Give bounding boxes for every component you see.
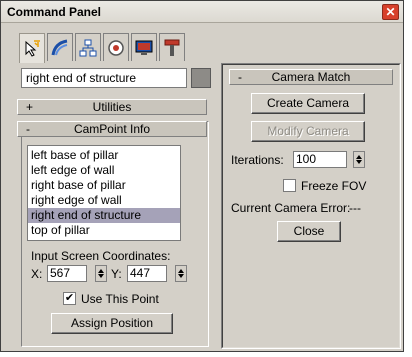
campoint-rollout-header[interactable]: - CamPoint Info [17,121,207,137]
right-panel: - Camera Match Create Camera Modify Came… [221,63,401,349]
iterations-field[interactable]: 100 [293,151,347,168]
list-item[interactable]: right base of pillar [28,178,180,193]
window-title: Command Panel [7,5,102,19]
tab-create[interactable] [19,33,45,63]
y-label: Y: [111,267,122,281]
tab-utilities[interactable] [159,33,185,61]
tab-motion[interactable] [103,33,129,61]
hierarchy-icon [79,39,97,56]
iterations-label: Iterations: [231,153,284,167]
use-this-point-label: Use This Point [81,292,159,306]
utilities-rollout-label: Utilities [92,100,132,114]
campoint-rollout-label: CamPoint Info [73,122,151,136]
tab-modify[interactable] [47,33,73,61]
coords-label: Input Screen Coordinates: [31,249,171,263]
use-this-point-checkbox[interactable]: ✔ [63,292,76,305]
object-name-field[interactable]: right end of structure [21,68,187,88]
left-panel: right end of structure + Utilities - Cam… [9,63,215,349]
x-coordinate-spinner[interactable] [95,265,107,282]
command-panel-window: Command Panel ✕ right end of structure +… [0,0,404,352]
camera-match-rollout-label: Camera Match [271,70,351,84]
create-camera-button[interactable]: Create Camera [251,93,365,114]
list-item[interactable]: left base of pillar [28,148,180,163]
utilities-rollout-header[interactable]: + Utilities [17,99,207,115]
y-coordinate-spinner[interactable] [175,265,187,282]
camera-match-rollout-header[interactable]: - Camera Match [229,69,393,85]
freeze-fov-checkbox[interactable] [283,179,296,192]
close-button[interactable]: ✕ [382,4,399,20]
tab-hierarchy[interactable] [75,33,101,61]
title-bar[interactable]: Command Panel ✕ [1,1,403,23]
create-cursor-icon [25,39,40,57]
display-icon [135,40,153,55]
list-item-selected[interactable]: right end of structure [28,208,180,223]
camera-error-value: --- [349,201,361,215]
object-color-swatch[interactable] [191,68,211,88]
tab-display[interactable] [131,33,157,61]
y-coordinate-field[interactable]: 447 [127,265,167,282]
motion-icon [108,39,124,56]
x-label: X: [31,267,43,281]
close-rollout-button[interactable]: Close [277,221,341,242]
campoint-list[interactable]: left base of pillar left edge of wall ri… [27,145,181,241]
command-panel-tabs [19,33,199,63]
utilities-hammer-icon [164,39,180,56]
assign-position-button[interactable]: Assign Position [51,313,173,334]
modify-camera-button[interactable]: Modify Camera [251,121,365,142]
iterations-spinner[interactable] [353,151,365,168]
camera-error-label: Current Camera Error: [231,201,351,215]
list-item[interactable]: left edge of wall [28,163,180,178]
camera-match-rollout: - Camera Match Create Camera Modify Came… [222,64,400,348]
modify-curve-icon [51,39,68,55]
list-item[interactable]: top of pillar [28,223,180,238]
list-item[interactable]: right edge of wall [28,193,180,208]
freeze-fov-label: Freeze FOV [301,179,367,193]
x-coordinate-field[interactable]: 567 [47,265,87,282]
